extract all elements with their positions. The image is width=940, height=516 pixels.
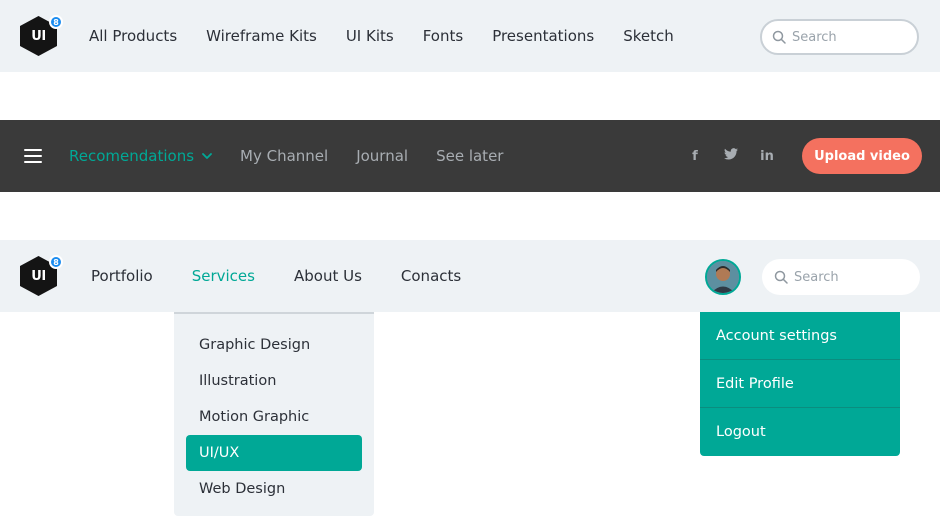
social-links: f in: [688, 120, 796, 192]
search-box: [762, 259, 920, 295]
search-input[interactable]: [792, 29, 902, 45]
twitter-icon[interactable]: [724, 148, 738, 164]
menu-item-ui-ux[interactable]: UI/UX: [186, 435, 362, 471]
nav-link-fonts[interactable]: Fonts: [423, 27, 463, 45]
nav-link-wireframe-kits[interactable]: Wireframe Kits: [206, 27, 317, 45]
menu-item-account-settings[interactable]: Account settings: [700, 312, 900, 360]
linkedin-icon[interactable]: in: [760, 149, 774, 164]
top-nav-bar-2: Recomendations My Channel Journal See la…: [0, 120, 940, 192]
nav-link-see-later[interactable]: See later: [436, 147, 503, 165]
logo-badge: 8: [49, 255, 63, 269]
nav-link-ui-kits[interactable]: UI Kits: [346, 27, 394, 45]
logo[interactable]: UI 8: [20, 15, 63, 56]
search-input[interactable]: [794, 269, 904, 285]
menu-item-edit-profile[interactable]: Edit Profile: [700, 360, 900, 408]
nav-link-recomendations[interactable]: Recomendations: [69, 147, 212, 165]
menu-item-graphic-design[interactable]: Graphic Design: [186, 327, 362, 363]
facebook-icon[interactable]: f: [688, 149, 702, 164]
search-icon: [772, 30, 786, 44]
nav-link-contacts[interactable]: Conacts: [401, 267, 461, 285]
nav-link-services[interactable]: Services: [192, 267, 255, 285]
nav-link-sketch[interactable]: Sketch: [623, 27, 674, 45]
nav2-links: Recomendations My Channel Journal See la…: [69, 120, 531, 192]
nav-link-presentations[interactable]: Presentations: [492, 27, 594, 45]
nav-link-journal[interactable]: Journal: [356, 147, 408, 165]
chevron-down-icon: [202, 153, 212, 159]
avatar[interactable]: [705, 259, 741, 295]
top-nav-bar-3: UI 8 Portfolio Services About Us Conacts: [0, 240, 940, 312]
user-avatar-icon: [707, 261, 739, 293]
menu-item-web-design[interactable]: Web Design: [186, 471, 362, 507]
nav1-links: All Products Wireframe Kits UI Kits Font…: [89, 0, 703, 72]
nav-link-portfolio[interactable]: Portfolio: [91, 267, 153, 285]
menu-item-illustration[interactable]: Illustration: [186, 363, 362, 399]
upload-video-button[interactable]: Upload video: [802, 138, 922, 174]
logo[interactable]: UI 8: [20, 255, 63, 296]
menu-item-motion-graphic[interactable]: Motion Graphic: [186, 399, 362, 435]
nav3-links: Portfolio Services About Us Conacts: [91, 240, 500, 312]
logo-badge: 8: [49, 15, 63, 29]
hamburger-icon[interactable]: [24, 149, 42, 163]
nav-link-about-us[interactable]: About Us: [294, 267, 362, 285]
search-box: [760, 19, 919, 55]
nav-link-all-products[interactable]: All Products: [89, 27, 177, 45]
search-icon: [774, 270, 788, 284]
nav-link-label: Recomendations: [69, 147, 195, 165]
menu-item-logout[interactable]: Logout: [700, 408, 900, 456]
top-nav-bar-1: UI 8 All Products Wireframe Kits UI Kits…: [0, 0, 940, 72]
account-dropdown: Account settings Edit Profile Logout: [700, 312, 900, 456]
services-dropdown: Graphic Design Illustration Motion Graph…: [174, 312, 374, 516]
nav-link-my-channel[interactable]: My Channel: [240, 147, 328, 165]
